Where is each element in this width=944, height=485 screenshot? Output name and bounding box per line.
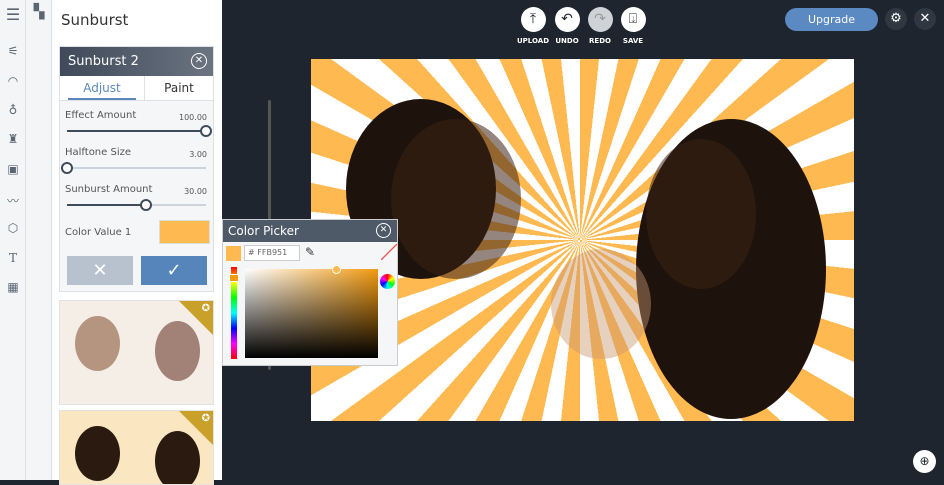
- color-label: Color Value 1: [65, 227, 132, 238]
- redo-button[interactable]: ↷ REDO: [587, 7, 613, 45]
- sunburst-amount-slider[interactable]: [67, 199, 206, 211]
- redo-icon: ↷: [587, 7, 613, 32]
- close-icon[interactable]: ✕: [191, 53, 207, 69]
- slider-label: Sunburst Amount: [65, 184, 153, 195]
- close-icon[interactable]: ✕: [914, 8, 936, 30]
- mustache-icon[interactable]: 〰: [0, 192, 26, 209]
- panel-title: Sunburst: [61, 11, 129, 29]
- upload-button[interactable]: ⤒ UPLOAD: [517, 7, 549, 45]
- save-icon: ⍗: [620, 7, 646, 32]
- settings-gear-icon[interactable]: ⚙: [885, 8, 907, 30]
- cancel-button[interactable]: ✕: [67, 256, 133, 285]
- halftone-size-slider[interactable]: [61, 162, 206, 174]
- tab-paint[interactable]: Paint: [145, 76, 213, 100]
- slider-value: 30.00: [184, 187, 207, 196]
- tab-adjust[interactable]: Adjust: [68, 76, 136, 100]
- card-title: Sunburst 2: [68, 54, 139, 69]
- slider-label: Halftone Size: [65, 147, 132, 158]
- effects-rail: ▚: [26, 0, 52, 480]
- frame-icon[interactable]: ▣: [0, 162, 26, 176]
- light-bulb-icon[interactable]: ♁: [0, 103, 26, 117]
- slider-value: 3.00: [189, 150, 207, 159]
- text-icon[interactable]: T: [0, 251, 26, 265]
- undo-icon: ↶: [554, 7, 580, 32]
- color-picker-dialog: Color Picker ✕ # FFB951 ✎: [222, 219, 398, 366]
- current-color-swatch: [226, 246, 241, 261]
- tool-rail: ☰ ⚟ ◠ ♁ ♜ ▣ 〰 ⬡ T ▦: [0, 0, 26, 480]
- zoom-in-icon[interactable]: ⊕: [913, 450, 936, 473]
- eyedropper-icon[interactable]: ✎: [305, 245, 315, 259]
- effect-amount-slider[interactable]: [67, 125, 212, 137]
- sticker-icon[interactable]: ⬡: [0, 221, 26, 235]
- slider-value: 100.00: [179, 113, 207, 122]
- grid-icon[interactable]: ▚: [26, 4, 52, 20]
- texture-icon[interactable]: ▦: [0, 280, 26, 294]
- upgrade-button[interactable]: Upgrade: [785, 8, 878, 31]
- effect-panel: Sunburst Sunburst 2 ✕ Adjust Paint Effect…: [52, 0, 271, 485]
- undo-button[interactable]: ↶ UNDO: [554, 7, 580, 45]
- hue-slider[interactable]: [229, 267, 239, 359]
- apply-button[interactable]: ✓: [141, 256, 207, 285]
- upload-icon: ⤒: [520, 7, 546, 32]
- save-button[interactable]: ⍗ SAVE: [620, 7, 646, 45]
- preset-thumbnail[interactable]: ✪: [59, 410, 214, 485]
- saturation-value-area[interactable]: [245, 265, 378, 358]
- hex-input[interactable]: # FFB951: [244, 245, 300, 261]
- brush-icon[interactable]: ♜: [0, 132, 26, 146]
- menu-icon[interactable]: ☰: [0, 5, 26, 24]
- color-picker-title: Color Picker: [228, 224, 299, 238]
- slider-label: Effect Amount: [65, 110, 137, 121]
- close-icon[interactable]: ✕: [376, 223, 391, 238]
- preset-thumbnail[interactable]: ✪: [59, 300, 214, 405]
- color-swatch[interactable]: [159, 220, 210, 244]
- effect-card: Sunburst 2 ✕ Adjust Paint Effect Amount 1…: [59, 46, 214, 292]
- premium-badge-icon: ✪: [179, 301, 213, 335]
- no-color-icon[interactable]: [381, 244, 397, 260]
- lips-icon[interactable]: ◠: [0, 74, 26, 88]
- adjust-sliders-icon[interactable]: ⚟: [0, 44, 26, 58]
- color-wheel-icon[interactable]: [380, 274, 395, 289]
- premium-badge-icon: ✪: [179, 411, 213, 445]
